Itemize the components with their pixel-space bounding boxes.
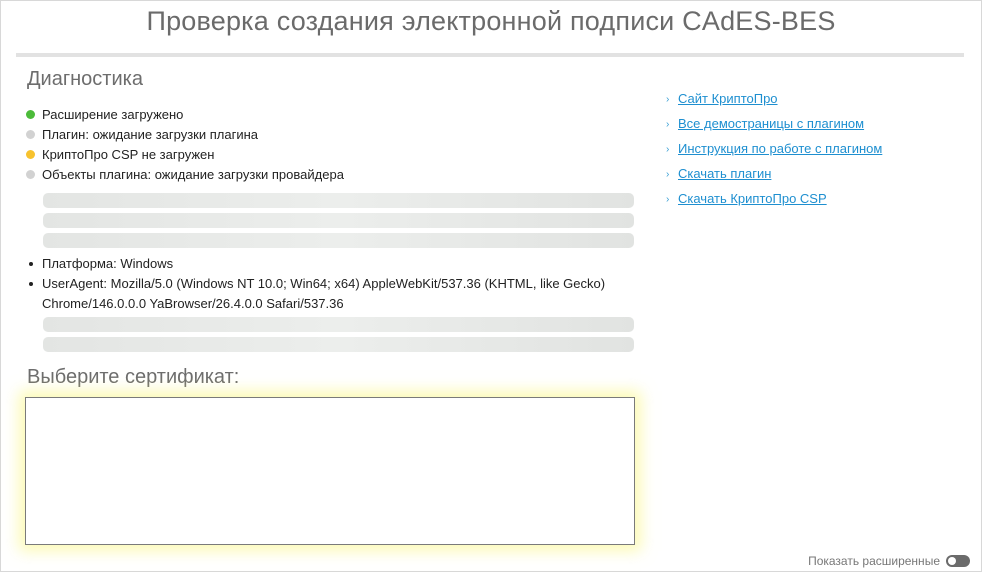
link-item: › Скачать плагин <box>666 161 882 186</box>
platform-text: Платформа: Windows <box>42 256 174 271</box>
useragent-info: UserAgent: Mozilla/5.0 (Windows NT 10.0;… <box>26 274 626 314</box>
link-cryptopro-site[interactable]: Сайт КриптоПро <box>678 91 778 106</box>
link-marker-icon: › <box>666 168 670 180</box>
status-extension-loaded: Расширение загружено <box>26 104 344 124</box>
link-item: › Скачать КриптоПро CSP <box>666 186 882 211</box>
certificate-list[interactable] <box>25 397 635 545</box>
advanced-toggle[interactable] <box>946 555 970 567</box>
status-warning-dot <box>26 149 35 159</box>
status-pending-dot <box>26 169 35 179</box>
link-marker-icon: › <box>666 193 670 205</box>
bullet-icon <box>29 282 33 286</box>
links-list: › Сайт КриптоПро › Все демостраницы с пл… <box>666 86 882 211</box>
diagnostics-title: Диагностика <box>27 68 143 90</box>
loading-placeholder <box>43 213 634 228</box>
link-all-demos[interactable]: Все демостраницы с плагином <box>678 116 864 131</box>
diagnostics-status-list: Расширение загружено Плагин: ожидание за… <box>26 104 344 184</box>
loading-placeholder <box>43 317 634 332</box>
advanced-label: Показать расширенные <box>808 554 940 568</box>
advanced-toggle-row: Показать расширенные <box>808 554 970 568</box>
loading-placeholder <box>43 337 634 352</box>
certificate-title: Выберите сертификат: <box>27 366 240 388</box>
status-plugin-objects: Объекты плагина: ожидание загрузки прова… <box>26 164 344 184</box>
system-info-list: Платформа: Windows UserAgent: Mozilla/5.… <box>26 254 626 314</box>
status-label: Объекты плагина: ожидание загрузки прова… <box>42 166 344 182</box>
status-label: Плагин: ожидание загрузки плагина <box>42 126 259 142</box>
page-title: Проверка создания электронной подписи CA… <box>146 6 836 36</box>
status-label: Расширение загружено <box>42 106 184 122</box>
toggle-knob <box>948 557 956 565</box>
status-csp-not-loaded: КриптоПро CSP не загружен <box>26 144 344 164</box>
link-marker-icon: › <box>666 143 670 155</box>
loading-placeholder <box>43 193 634 208</box>
bullet-icon <box>29 262 33 266</box>
status-plugin-loading: Плагин: ожидание загрузки плагина <box>26 124 344 144</box>
status-label: КриптоПро CSP не загружен <box>42 146 215 162</box>
link-item: › Инструкция по работе с плагином <box>666 136 882 161</box>
platform-info: Платформа: Windows <box>26 254 626 274</box>
useragent-text: UserAgent: Mozilla/5.0 (Windows NT 10.0;… <box>42 276 606 311</box>
status-ok-dot <box>26 109 35 119</box>
title-divider <box>16 53 964 57</box>
loading-placeholder <box>43 233 634 248</box>
link-item: › Сайт КриптоПро <box>666 86 882 111</box>
link-plugin-instructions[interactable]: Инструкция по работе с плагином <box>678 141 882 156</box>
status-pending-dot <box>26 129 35 139</box>
link-marker-icon: › <box>666 118 670 130</box>
link-download-plugin[interactable]: Скачать плагин <box>678 166 771 181</box>
link-marker-icon: › <box>666 93 670 105</box>
link-download-csp[interactable]: Скачать КриптоПро CSP <box>678 191 827 206</box>
link-item: › Все демостраницы с плагином <box>666 111 882 136</box>
